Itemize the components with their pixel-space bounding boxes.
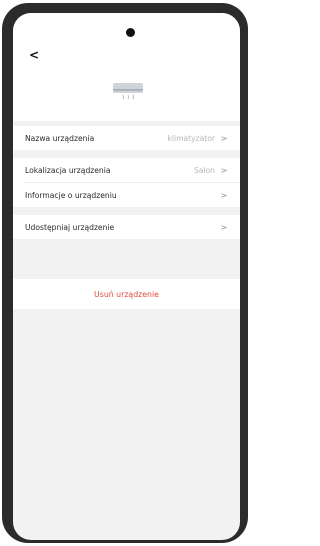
phone-frame: < Nazwa urządzenia klimatyzator > Lokali… <box>2 3 248 543</box>
section-gap <box>13 150 240 158</box>
back-button[interactable]: < <box>29 48 39 62</box>
device-info-label: Informacje o urządzeniu <box>25 190 117 200</box>
device-info-row[interactable]: Informacje o urządzeniu > <box>13 183 240 207</box>
device-settings-screen: < Nazwa urządzenia klimatyzator > Lokali… <box>13 13 240 540</box>
device-location-row[interactable]: Lokalizacja urządzenia Salon > <box>13 158 240 182</box>
settings-list: Nazwa urządzenia klimatyzator > Lokaliza… <box>13 126 240 239</box>
device-location-label: Lokalizacja urządzenia <box>25 165 111 175</box>
chevron-right-icon: > <box>220 165 228 175</box>
chevron-right-icon: > <box>220 133 228 143</box>
device-location-value: Salon <box>193 165 215 175</box>
air-conditioner-icon <box>113 83 143 100</box>
chevron-right-icon: > <box>220 222 228 232</box>
share-device-row[interactable]: Udostępniaj urządzenie > <box>13 215 240 239</box>
delete-device-label: Usuń urządzenie <box>94 289 159 299</box>
device-name-row[interactable]: Nazwa urządzenia klimatyzator > <box>13 126 240 150</box>
share-device-label: Udostępniaj urządzenie <box>25 222 115 232</box>
front-camera <box>126 28 135 37</box>
device-name-label: Nazwa urządzenia <box>25 133 95 143</box>
chevron-left-icon: < <box>29 48 40 62</box>
section-gap <box>13 207 240 215</box>
device-name-value: klimatyzator <box>167 133 215 143</box>
delete-device-button[interactable]: Usuń urządzenie <box>13 279 240 309</box>
chevron-right-icon: > <box>220 190 228 200</box>
